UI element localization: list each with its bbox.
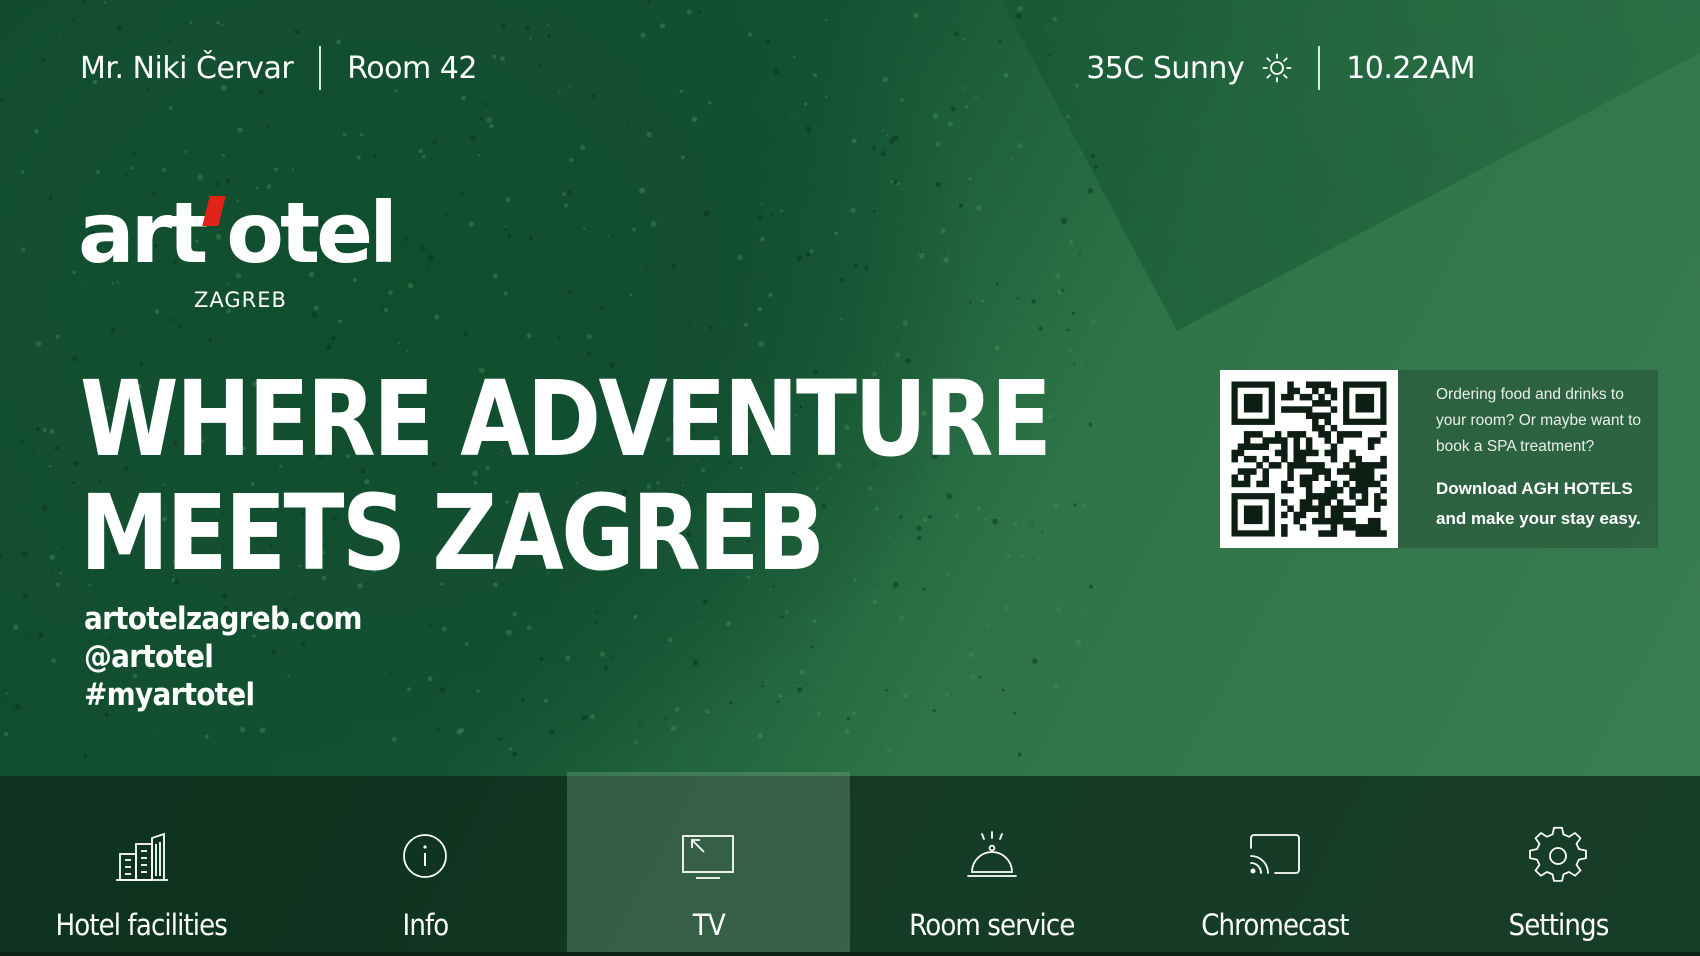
clock-time: 10.22AM xyxy=(1346,50,1475,86)
building-icon xyxy=(115,832,168,881)
nav-settings[interactable]: Settings xyxy=(1417,776,1700,956)
app-promo-card: Ordering food and drinks to your room? O… xyxy=(1220,370,1658,548)
hotel-logo: art otel ZAGREB xyxy=(78,184,398,312)
top-bar: Mr. Niki Červar Room 42 35C Sunny 10.22A… xyxy=(80,46,1620,90)
info-icon xyxy=(403,834,447,878)
logo-wordmark: art otel xyxy=(78,184,398,282)
nav-label: Settings xyxy=(1508,908,1609,942)
guest-name: Mr. Niki Červar xyxy=(80,50,294,86)
website-link: artotelzagreb.com xyxy=(84,601,362,637)
divider xyxy=(1318,46,1321,90)
cloche-icon xyxy=(966,831,1017,877)
promo-cta: Download AGH HOTELS and make your stay e… xyxy=(1436,479,1641,528)
cast-icon xyxy=(1250,834,1300,874)
bottom-edge xyxy=(0,952,1700,956)
promo-text: Ordering food and drinks to your room? O… xyxy=(1436,386,1642,455)
gear-icon xyxy=(1529,826,1588,882)
social-handle: @artotel xyxy=(84,639,214,675)
nav-label: TV xyxy=(692,908,725,942)
nav-label: Chromecast xyxy=(1201,908,1349,942)
status-info: 35C Sunny 10.22AM xyxy=(1086,46,1475,90)
room-number: Room 42 xyxy=(347,50,477,86)
nav-room-service[interactable]: Room service xyxy=(850,776,1133,956)
social-links: artotelzagreb.com @artotel #myartotel xyxy=(84,600,393,714)
nav-label: Info xyxy=(402,908,449,942)
logo-city: ZAGREB xyxy=(194,288,287,312)
weather-text: 35C Sunny xyxy=(1086,50,1245,86)
tv-icon xyxy=(682,835,735,879)
nav-label: Hotel facilities xyxy=(55,908,228,942)
hashtag: #myartotel xyxy=(84,677,255,713)
divider xyxy=(319,46,322,90)
nav-info[interactable]: Info xyxy=(283,776,566,956)
nav-chromecast[interactable]: Chromecast xyxy=(1133,776,1416,956)
guest-info: Mr. Niki Červar Room 42 xyxy=(80,46,477,90)
headline-line-1: WHERE ADVENTURE xyxy=(80,358,1052,480)
headline-line-2: MEETS ZAGREB xyxy=(80,472,825,594)
sun-icon xyxy=(1262,53,1292,83)
logo-apostrophe xyxy=(202,196,227,226)
headline: WHERE ADVENTURE MEETS ZAGREB xyxy=(80,358,1052,594)
nav-tv[interactable]: TV xyxy=(566,772,850,956)
bottom-navigation: Hotel facilities Info TV Room service Ch… xyxy=(0,772,1700,956)
nav-label: Room service xyxy=(908,908,1075,942)
nav-hotel-facilities[interactable]: Hotel facilities xyxy=(0,776,283,956)
qr-code xyxy=(1220,370,1398,548)
